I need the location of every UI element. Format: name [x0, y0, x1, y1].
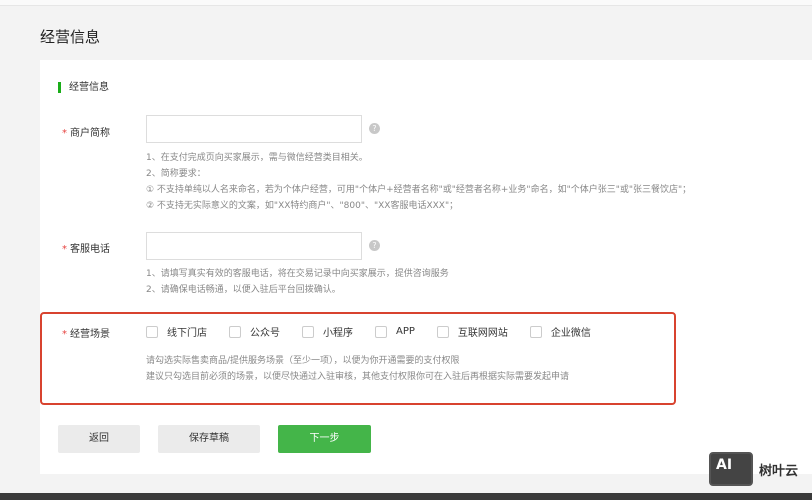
- checkbox-mini-program[interactable]: 小程序: [302, 324, 353, 339]
- next-button[interactable]: 下一步: [278, 425, 371, 453]
- phone-label: * 客服电话: [62, 244, 110, 255]
- scene-checkboxes: 线下门店 公众号 小程序 APP 互联网网站 企业微信: [146, 324, 613, 339]
- top-bar: [0, 0, 812, 6]
- checkbox-website[interactable]: 互联网网站: [436, 324, 508, 339]
- help-icon[interactable]: ?: [369, 123, 380, 134]
- short-name-tips: 1、在支付完成页向买家展示，需与微信经营类目相关。 2、简称要求： ① 不支持单…: [146, 153, 692, 211]
- save-draft-button[interactable]: 保存草稿: [158, 425, 260, 453]
- checkbox-offline-store[interactable]: 线下门店: [146, 324, 207, 339]
- section-title: 经营信息: [58, 82, 109, 93]
- phone-input[interactable]: [146, 232, 362, 260]
- short-name-input[interactable]: [146, 115, 362, 143]
- scenes-tips: 请勾选实际售卖商品/提供服务场景（至少一项），以便为你开通需要的支付权限 建议只…: [146, 356, 570, 382]
- bottom-bar: [0, 493, 812, 500]
- back-button[interactable]: 返回: [58, 425, 140, 453]
- page-title: 经营信息: [40, 28, 101, 46]
- checkbox-wecom[interactable]: 企业微信: [529, 324, 591, 339]
- watermark: AI 树叶云: [709, 452, 798, 486]
- help-icon[interactable]: ?: [369, 240, 380, 251]
- phone-tips: 1、请填写真实有效的客服电话，将在交易记录中向买家展示，提供咨询服务 2、请确保…: [146, 269, 449, 295]
- form-card: 经营信息 * 商户简称 ? 1、在支付完成页向买家展示，需与微信经营类目相关。 2…: [40, 60, 812, 474]
- checkbox-app[interactable]: APP: [375, 324, 415, 339]
- checkbox-official-account[interactable]: 公众号: [229, 324, 280, 339]
- scenes-label: * 经营场景: [62, 329, 110, 340]
- short-name-label: * 商户简称: [62, 128, 110, 139]
- watermark-logo-icon: AI: [709, 452, 753, 486]
